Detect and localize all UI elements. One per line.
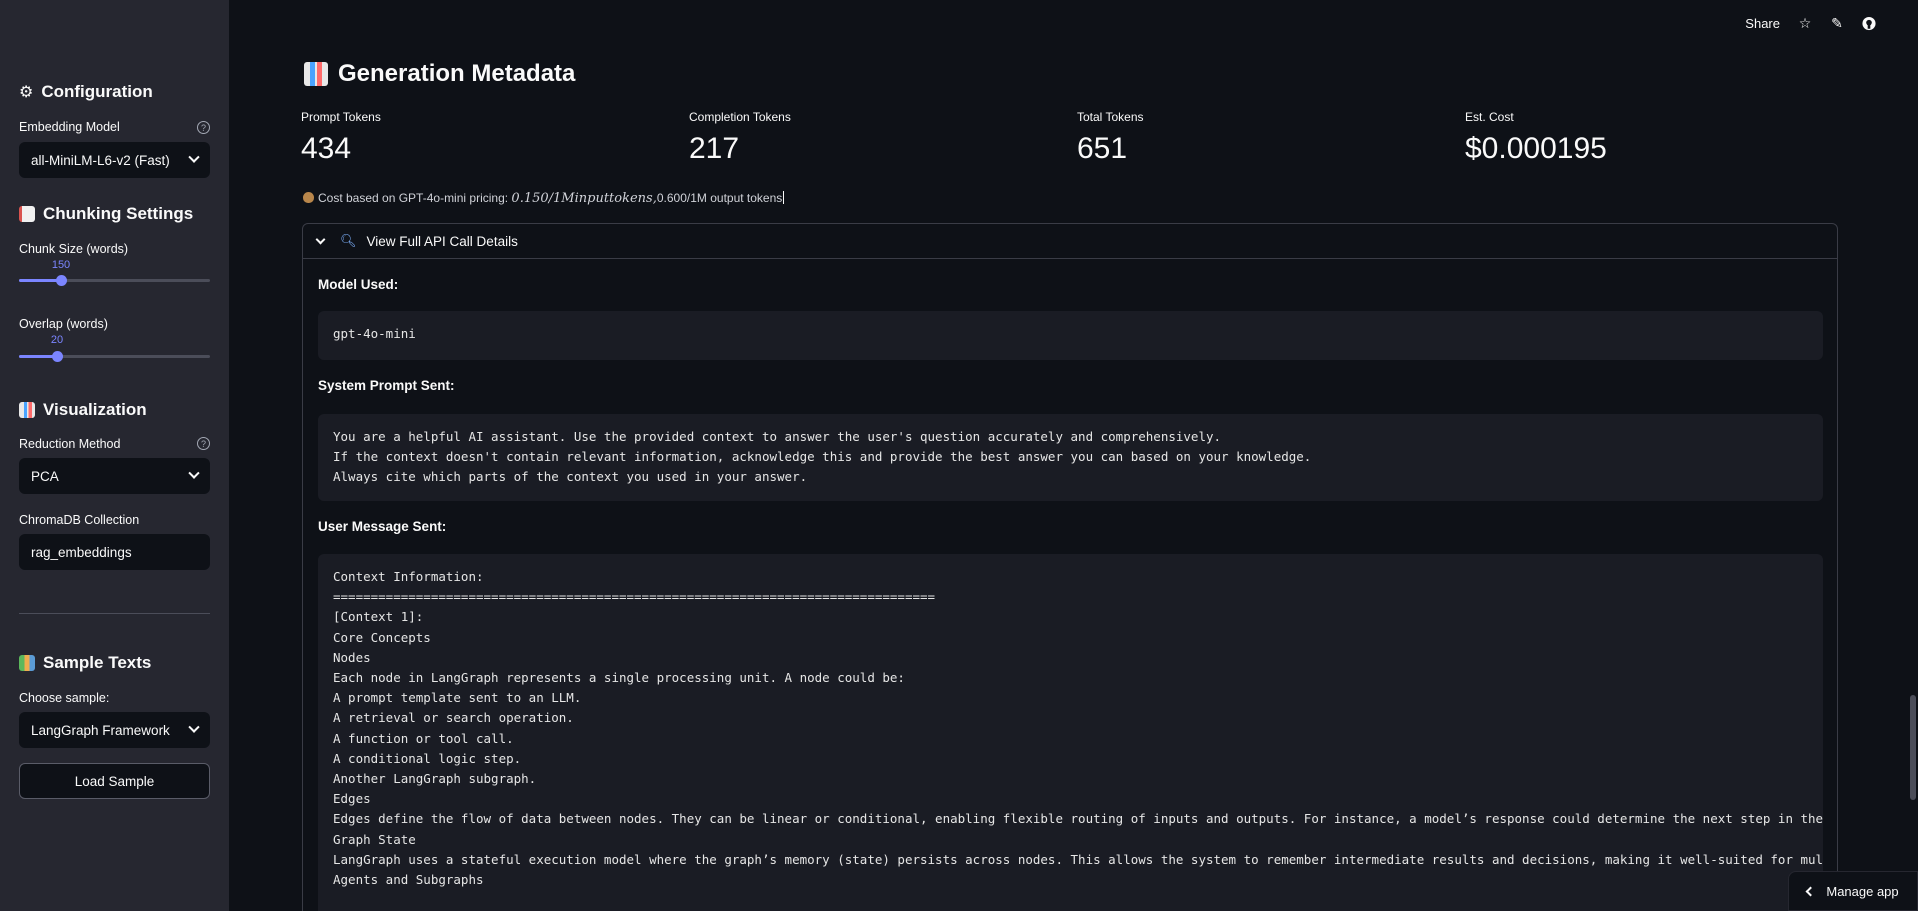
metric-total-tokens: Total Tokens 651: [1077, 110, 1144, 166]
gear-icon: ⚙: [19, 84, 34, 101]
model-used-code: gpt-4o-mini: [318, 311, 1823, 360]
system-prompt-code: You are a helpful AI assistant. Use the …: [318, 414, 1823, 501]
system-prompt-label: System Prompt Sent:: [318, 378, 455, 393]
metric-completion-tokens: Completion Tokens 217: [689, 110, 791, 166]
expander-header[interactable]: 🔍︎ View Full API Call Details: [303, 224, 1837, 259]
top-toolbar: Share ☆ ✎: [1745, 15, 1876, 31]
chevron-down-icon: [188, 467, 200, 479]
money-bag-icon: [303, 192, 314, 203]
github-icon[interactable]: [1862, 16, 1876, 31]
embedding-model-label: Embedding Model: [19, 120, 120, 134]
chunk-size-value: 150: [51, 259, 71, 271]
edit-icon[interactable]: ✎: [1830, 15, 1844, 31]
magnifier-icon: 🔍︎: [340, 233, 357, 248]
help-icon[interactable]: ?: [197, 121, 210, 134]
sidebar: ⚙ Configuration Embedding Model ? all-Mi…: [0, 0, 229, 911]
sample-select[interactable]: LangGraph Framework: [19, 712, 210, 748]
bar-chart-icon: [19, 402, 35, 418]
cost-note: Cost based on GPT-4o-mini pricing: 0.150…: [303, 191, 785, 206]
collection-label: ChromaDB Collection: [19, 513, 140, 527]
scrollbar[interactable]: [1910, 695, 1916, 800]
collection-input[interactable]: rag_embeddings: [19, 534, 210, 570]
embedding-model-select[interactable]: all-MiniLM-L6-v2 (Fast): [19, 142, 210, 178]
api-details-expander: 🔍︎ View Full API Call Details Model Used…: [302, 223, 1838, 911]
user-message-code: Context Information: ===================…: [318, 554, 1823, 911]
user-message-label: User Message Sent:: [318, 519, 447, 534]
books-icon: [19, 655, 35, 671]
help-icon[interactable]: ?: [197, 437, 210, 450]
slider-thumb[interactable]: [56, 275, 67, 286]
metric-est-cost: Est. Cost $0.000195: [1465, 110, 1607, 166]
chunking-heading: Chunking Settings: [19, 204, 193, 224]
bar-chart-icon: [304, 62, 328, 86]
metric-value: 434: [301, 132, 352, 165]
chevron-down-icon: [315, 234, 326, 244]
metric-label: Prompt Tokens: [301, 110, 381, 124]
slider-fill: [19, 279, 61, 282]
slider-thumb[interactable]: [52, 351, 63, 362]
reduction-method-label: Reduction Method: [19, 437, 121, 451]
sample-texts-heading: Sample Texts: [19, 653, 151, 673]
metric-prompt-tokens: Prompt Tokens 434: [301, 110, 381, 166]
chunk-size-label: Chunk Size (words): [19, 242, 129, 256]
star-icon[interactable]: ☆: [1798, 15, 1812, 31]
load-sample-button[interactable]: Load Sample: [19, 763, 210, 799]
chevron-left-icon: [1805, 886, 1816, 896]
metric-label: Total Tokens: [1077, 110, 1144, 124]
metric-label: Est. Cost: [1465, 110, 1514, 124]
page-title: Generation Metadata: [304, 60, 575, 88]
visualization-heading: Visualization: [19, 400, 147, 420]
text-cursor: [783, 191, 785, 204]
chunk-size-slider[interactable]: [19, 275, 210, 286]
overlap-value: 20: [50, 334, 64, 346]
overlap-slider[interactable]: [19, 351, 210, 362]
model-used-label: Model Used:: [318, 277, 399, 292]
metric-value: 217: [689, 132, 740, 165]
configuration-heading: ⚙ Configuration: [19, 82, 153, 101]
reduction-method-select[interactable]: PCA: [19, 458, 210, 494]
overlap-label: Overlap (words): [19, 317, 108, 331]
manage-app-button[interactable]: Manage app: [1788, 871, 1918, 911]
chevron-down-icon: [188, 151, 200, 163]
metric-label: Completion Tokens: [689, 110, 791, 124]
share-button[interactable]: Share: [1745, 16, 1780, 31]
choose-sample-label: Choose sample:: [19, 691, 110, 705]
memo-icon: [19, 206, 35, 222]
chevron-down-icon: [188, 721, 200, 733]
sidebar-divider: [19, 613, 210, 614]
metric-value: $0.000195: [1465, 132, 1607, 165]
metric-value: 651: [1077, 132, 1128, 165]
